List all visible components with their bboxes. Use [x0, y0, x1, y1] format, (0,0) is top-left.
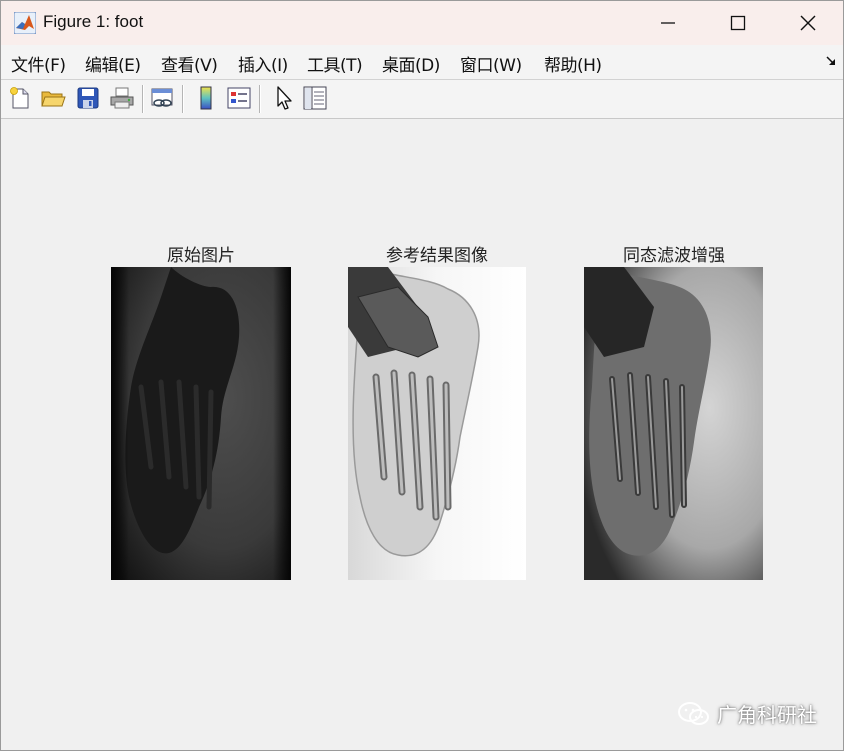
maximize-button[interactable]: [703, 1, 773, 45]
property-inspector-button[interactable]: [300, 83, 330, 113]
link-plot-button[interactable]: [147, 83, 177, 113]
menu-tools[interactable]: 工具(T): [307, 51, 363, 76]
image-original-foot[interactable]: [111, 267, 291, 580]
menu-insert[interactable]: 插入(I): [238, 51, 288, 76]
open-file-button[interactable]: [38, 83, 68, 113]
foot-xray-image: [584, 267, 763, 580]
menu-bar: 文件(F) 编辑(E) 查看(V) 插入(I) 工具(T) 桌面(D) 窗口(W…: [1, 45, 843, 80]
foot-xray-image: [348, 267, 526, 580]
image-homomorphic-enhanced-foot[interactable]: [584, 267, 763, 580]
wechat-icon: [678, 701, 709, 725]
edit-plot-icon: [277, 86, 292, 110]
menu-view[interactable]: 查看(V): [161, 51, 218, 76]
watermark: 广角科研社: [677, 699, 817, 728]
colorbar-icon: [200, 86, 212, 110]
toolbar-separator: [182, 85, 184, 113]
toolbar: [1, 80, 843, 119]
property-inspector-icon: [303, 86, 327, 110]
menu-window[interactable]: 窗口(W): [460, 51, 522, 76]
minimize-icon: [661, 22, 675, 24]
matlab-icon: [14, 12, 36, 34]
save-icon: [77, 87, 99, 109]
watermark-text: 广角科研社: [717, 703, 817, 727]
print-icon: [110, 87, 134, 109]
legend-icon: [227, 87, 251, 109]
window-title: Figure 1: foot: [43, 12, 144, 31]
foot-xray-image: [111, 267, 291, 580]
link-plot-icon: [151, 88, 173, 107]
subplot-title-homomorphic: 同态滤波增强: [623, 246, 725, 266]
toolbar-separator: [259, 85, 261, 113]
save-button[interactable]: [73, 83, 103, 113]
figure-canvas[interactable]: 原始图片 参考结果图像 同态滤波增强 广角科研社: [1, 119, 843, 750]
close-button[interactable]: [773, 1, 843, 45]
legend-button[interactable]: [224, 83, 254, 113]
menu-file[interactable]: 文件(F): [11, 51, 66, 76]
colorbar-button[interactable]: [191, 83, 221, 113]
new-figure-icon: [10, 87, 29, 109]
print-button[interactable]: [107, 83, 137, 113]
menu-edit[interactable]: 编辑(E): [85, 51, 141, 76]
maximize-icon: [730, 15, 746, 31]
toolbar-separator: [142, 85, 144, 113]
edit-plot-button[interactable]: [268, 83, 298, 113]
image-reference-foot[interactable]: [348, 267, 526, 580]
minimize-button[interactable]: [633, 1, 703, 45]
dock-arrow-icon[interactable]: [825, 55, 837, 67]
open-file-icon: [41, 91, 66, 107]
menu-desktop[interactable]: 桌面(D): [382, 51, 440, 76]
close-icon: [800, 15, 816, 31]
title-bar[interactable]: Figure 1: foot: [1, 1, 843, 45]
new-figure-button[interactable]: [5, 83, 35, 113]
menu-help[interactable]: 帮助(H): [544, 51, 602, 76]
figure-window: Figure 1: foot 文件(F) 编辑(E) 查看(V) 插入(I) 工…: [0, 0, 844, 751]
subplot-title-original: 原始图片: [167, 246, 235, 266]
subplot-title-reference: 参考结果图像: [386, 246, 488, 266]
